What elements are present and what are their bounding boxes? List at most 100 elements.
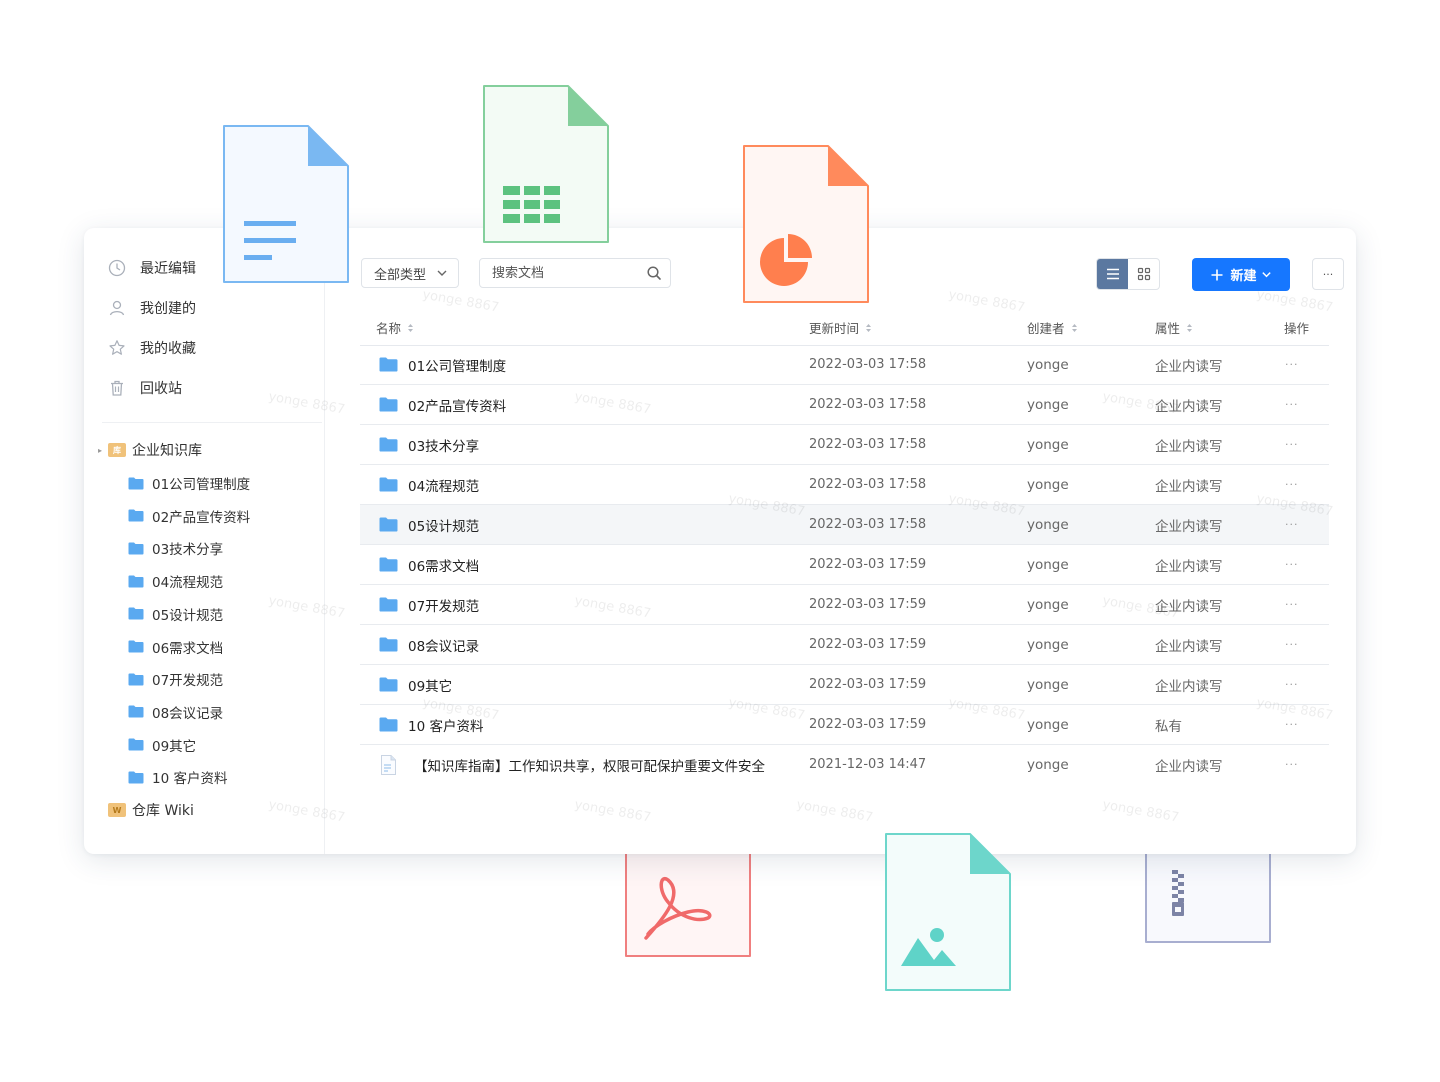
nav-favorites[interactable]: 我的收藏 bbox=[108, 336, 196, 360]
header-time[interactable]: 更新时间 bbox=[809, 318, 872, 337]
sidebar: 最近编辑 我创建的 我的收藏 回收站 ▸ 库 企业知识库 01公司管理制度 02产… bbox=[84, 228, 325, 854]
updated-time: 2022-03-03 17:58 bbox=[809, 357, 927, 372]
table-row[interactable]: 07开发规范 2022-03-03 17:59 yonge 企业内读写 ··· bbox=[360, 585, 1329, 625]
table-row[interactable]: 05设计规范 2022-03-03 17:58 yonge 企业内读写 ··· bbox=[360, 505, 1329, 545]
permission-attr: 企业内读写 bbox=[1155, 598, 1223, 615]
row-more-button[interactable]: ··· bbox=[1285, 425, 1299, 464]
table-row[interactable]: 01公司管理制度 2022-03-03 17:58 yonge 企业内读写 ··· bbox=[360, 345, 1329, 385]
new-button[interactable]: 新建 bbox=[1192, 258, 1290, 291]
tree-item[interactable]: 05设计规范 bbox=[128, 604, 223, 624]
tree-root-enterprise-kb[interactable]: ▸ 库 企业知识库 bbox=[98, 440, 202, 460]
tree-item-label: 06需求文档 bbox=[152, 640, 224, 657]
folder-icon bbox=[379, 517, 398, 532]
grid-icon bbox=[1137, 267, 1150, 281]
header-name[interactable]: 名称 bbox=[376, 318, 414, 337]
file-name: 02产品宣传资料 bbox=[408, 398, 507, 415]
nav-recent-edits[interactable]: 最近编辑 bbox=[108, 256, 196, 280]
header-creator-label: 创建者 bbox=[1027, 321, 1065, 336]
folder-icon bbox=[128, 477, 144, 489]
tree-item[interactable]: 02产品宣传资料 bbox=[128, 506, 250, 526]
creator: yonge bbox=[1027, 756, 1069, 773]
nav-label: 回收站 bbox=[140, 381, 182, 397]
folder-icon bbox=[128, 640, 144, 653]
grid-view-button[interactable] bbox=[1128, 259, 1159, 289]
row-more-button[interactable]: ··· bbox=[1285, 505, 1299, 544]
tree-item[interactable]: 10 客户资料 bbox=[128, 767, 227, 787]
tree-item[interactable]: 04流程规范 bbox=[128, 571, 223, 591]
row-more-button[interactable]: ··· bbox=[1285, 465, 1299, 504]
creator: yonge bbox=[1027, 436, 1069, 453]
sidebar-divider bbox=[102, 422, 322, 423]
file-name: 04流程规范 bbox=[408, 478, 480, 495]
tree-item[interactable]: 03技术分享 bbox=[128, 538, 223, 558]
file-name-cell: 03技术分享 bbox=[379, 425, 479, 464]
tree-item[interactable]: 01公司管理制度 bbox=[128, 473, 250, 493]
updated-time: 2022-03-03 17:59 bbox=[809, 597, 927, 612]
nav-recycle-bin[interactable]: 回收站 bbox=[108, 376, 182, 400]
table-row[interactable]: 08会议记录 2022-03-03 17:59 yonge 企业内读写 ··· bbox=[360, 625, 1329, 665]
tree-item-label: 02产品宣传资料 bbox=[152, 509, 251, 526]
table-row[interactable]: 09其它 2022-03-03 17:59 yonge 企业内读写 ··· bbox=[360, 665, 1329, 705]
row-more-button[interactable]: ··· bbox=[1285, 345, 1299, 384]
tree-item[interactable]: 07开发规范 bbox=[128, 669, 223, 689]
table-header: 名称 更新时间 创建者 属性 操作 bbox=[360, 314, 1329, 346]
folder-icon bbox=[128, 673, 144, 686]
header-attr[interactable]: 属性 bbox=[1155, 318, 1193, 337]
folder-icon bbox=[379, 597, 398, 612]
file-name-cell: 10 客户资料 bbox=[379, 705, 483, 744]
nav-created-by-me[interactable]: 我创建的 bbox=[108, 296, 196, 320]
creator: yonge bbox=[1027, 356, 1069, 373]
watermark: yonge 8867 bbox=[573, 797, 653, 826]
creator: yonge bbox=[1027, 556, 1069, 573]
list-view-button[interactable] bbox=[1097, 259, 1128, 289]
table-row[interactable]: 【知识库指南】工作知识共享，权限可配保护重要文件安全 2021-12-03 14:… bbox=[360, 745, 1329, 784]
creator: yonge bbox=[1027, 676, 1069, 693]
tree-item-label: 10 客户资料 bbox=[152, 771, 228, 788]
tree-item-label: 04流程规范 bbox=[152, 575, 224, 592]
file-name-cell: 09其它 bbox=[379, 665, 452, 704]
spreadsheet-file-icon bbox=[482, 84, 609, 243]
nav-label: 最近编辑 bbox=[140, 261, 196, 277]
search-icon[interactable] bbox=[646, 265, 662, 281]
file-name-cell: 06需求文档 bbox=[379, 545, 479, 584]
table-row[interactable]: 06需求文档 2022-03-03 17:59 yonge 企业内读写 ··· bbox=[360, 545, 1329, 585]
type-filter-select[interactable]: 全部类型 bbox=[361, 258, 459, 288]
caret-icon[interactable]: ▸ bbox=[98, 446, 108, 455]
tree-item[interactable]: 06需求文档 bbox=[128, 637, 223, 657]
creator: yonge bbox=[1027, 516, 1069, 533]
sort-icon bbox=[407, 323, 414, 333]
sort-icon bbox=[1071, 323, 1078, 333]
tree-item-label: 03技术分享 bbox=[152, 542, 224, 559]
row-more-button[interactable]: ··· bbox=[1285, 625, 1299, 664]
row-more-button[interactable]: ··· bbox=[1285, 745, 1299, 784]
folder-icon bbox=[128, 575, 144, 588]
row-more-button[interactable]: ··· bbox=[1285, 545, 1299, 584]
file-name-cell: 07开发规范 bbox=[379, 585, 479, 624]
updated-time: 2022-03-03 17:59 bbox=[809, 677, 927, 692]
search-input[interactable] bbox=[490, 264, 646, 282]
table-row[interactable]: 10 客户资料 2022-03-03 17:59 yonge 私有 ··· bbox=[360, 705, 1329, 745]
table-row[interactable]: 02产品宣传资料 2022-03-03 17:58 yonge 企业内读写 ··· bbox=[360, 385, 1329, 425]
updated-time: 2022-03-03 17:59 bbox=[809, 717, 927, 732]
table-row[interactable]: 03技术分享 2022-03-03 17:58 yonge 企业内读写 ··· bbox=[360, 425, 1329, 465]
watermark: yonge 8867 bbox=[795, 797, 875, 826]
row-more-button[interactable]: ··· bbox=[1285, 385, 1299, 424]
file-name-cell: 04流程规范 bbox=[379, 465, 479, 504]
folder-icon bbox=[379, 557, 398, 572]
nav-label: 我创建的 bbox=[140, 301, 196, 317]
tree-root-wiki[interactable]: W 仓库 Wiki bbox=[98, 800, 194, 820]
file-name: 08会议记录 bbox=[408, 638, 480, 655]
tree-item[interactable]: 08会议记录 bbox=[128, 702, 223, 722]
type-filter-value: 全部类型 bbox=[374, 267, 427, 283]
folder-icon bbox=[128, 705, 144, 718]
header-creator[interactable]: 创建者 bbox=[1027, 318, 1078, 337]
sort-icon bbox=[1186, 323, 1193, 333]
more-options-button[interactable]: ··· bbox=[1312, 258, 1344, 290]
table-row[interactable]: 04流程规范 2022-03-03 17:58 yonge 企业内读写 ··· bbox=[360, 465, 1329, 505]
row-more-button[interactable]: ··· bbox=[1285, 585, 1299, 624]
row-more-button[interactable]: ··· bbox=[1285, 665, 1299, 704]
updated-time: 2022-03-03 17:58 bbox=[809, 397, 927, 412]
tree-item[interactable]: 09其它 bbox=[128, 735, 196, 755]
document-icon bbox=[381, 754, 396, 775]
row-more-button[interactable]: ··· bbox=[1285, 705, 1299, 744]
